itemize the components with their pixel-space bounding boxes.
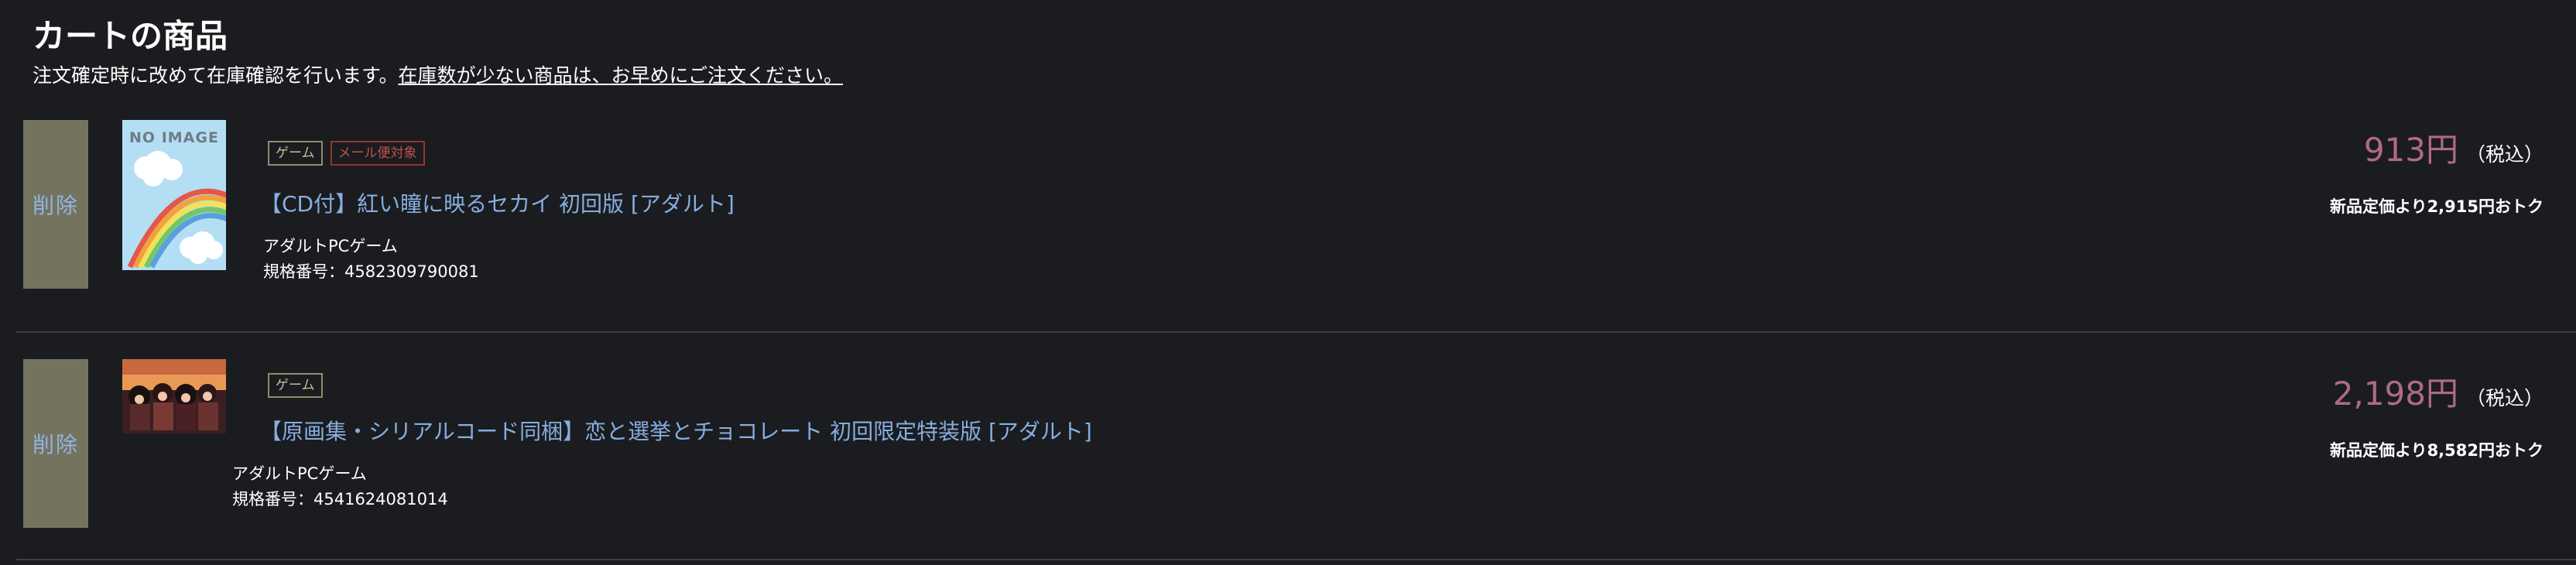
tag-game: ゲーム	[268, 141, 323, 166]
tag-game: ゲーム	[268, 373, 323, 398]
tax-label: （税込）	[2465, 387, 2543, 409]
price-value: 2,198円	[2332, 375, 2458, 413]
discount-note: 新品定価より8,582円おトク	[2329, 441, 2543, 460]
price-line: 2,198円 （税込）	[2330, 368, 2543, 415]
cart-header: カートの商品 注文確定時に改めて在庫確認を行います。在庫数が少ない商品は、お早め…	[33, 14, 843, 90]
cart-item: 削除 NO IMAGE ゲーム メール便対象 【CD付】紅い瞳に映るセカイ 初回…	[0, 101, 2576, 333]
product-meta: アダルトPCゲーム 規格番号：4541624081014	[232, 461, 448, 512]
price-block: 2,198円 （税込） 新品定価より8,582円おトク	[2330, 368, 2543, 461]
stock-notice: 注文確定時に改めて在庫確認を行います。在庫数が少ない商品は、お早めにご注文くださ…	[33, 62, 843, 90]
product-thumbnail[interactable]: NO IMAGE	[122, 120, 226, 270]
stock-notice-text: 注文確定時に改めて在庫確認を行います。	[33, 64, 399, 87]
no-image-label: NO IMAGE	[129, 129, 219, 146]
product-thumbnail[interactable]	[122, 359, 226, 433]
product-category: アダルトPCゲーム	[263, 237, 398, 255]
delete-button[interactable]: 削除	[23, 359, 88, 528]
price-block: 913円 （税込） 新品定価より2,915円おトク	[2330, 124, 2543, 217]
price-line: 913円 （税込）	[2330, 124, 2543, 171]
cart-item: 削除 ゲーム 【原画集・シリアルコード同梱】恋と選挙とチョコレート 初回限定特装…	[0, 333, 2576, 565]
price-value: 913円	[2363, 131, 2458, 169]
product-title-link[interactable]: 【原画集・シリアルコード同梱】恋と選挙とチョコレート 初回限定特装版 [アダルト…	[260, 415, 1092, 446]
product-title-link[interactable]: 【CD付】紅い瞳に映るセカイ 初回版 [アダルト]	[260, 187, 735, 218]
tag-list: ゲーム	[268, 373, 323, 398]
product-spec-number: 規格番号：4541624081014	[232, 490, 448, 508]
product-category: アダルトPCゲーム	[232, 464, 367, 483]
tag-list: ゲーム メール便対象	[268, 141, 425, 166]
product-spec-number: 規格番号：4582309790081	[263, 262, 479, 281]
tag-mail-delivery: メール便対象	[330, 141, 425, 166]
product-cover-image	[122, 359, 226, 433]
product-meta: アダルトPCゲーム 規格番号：4582309790081	[263, 234, 479, 285]
item-divider	[15, 559, 2576, 560]
page-title: カートの商品	[33, 17, 228, 55]
discount-note: 新品定価より2,915円おトク	[2329, 197, 2543, 216]
stock-notice-emphasis: 在庫数が少ない商品は、お早めにご注文ください。	[398, 64, 844, 87]
delete-button[interactable]: 削除	[23, 120, 88, 289]
tax-label: （税込）	[2465, 143, 2543, 166]
